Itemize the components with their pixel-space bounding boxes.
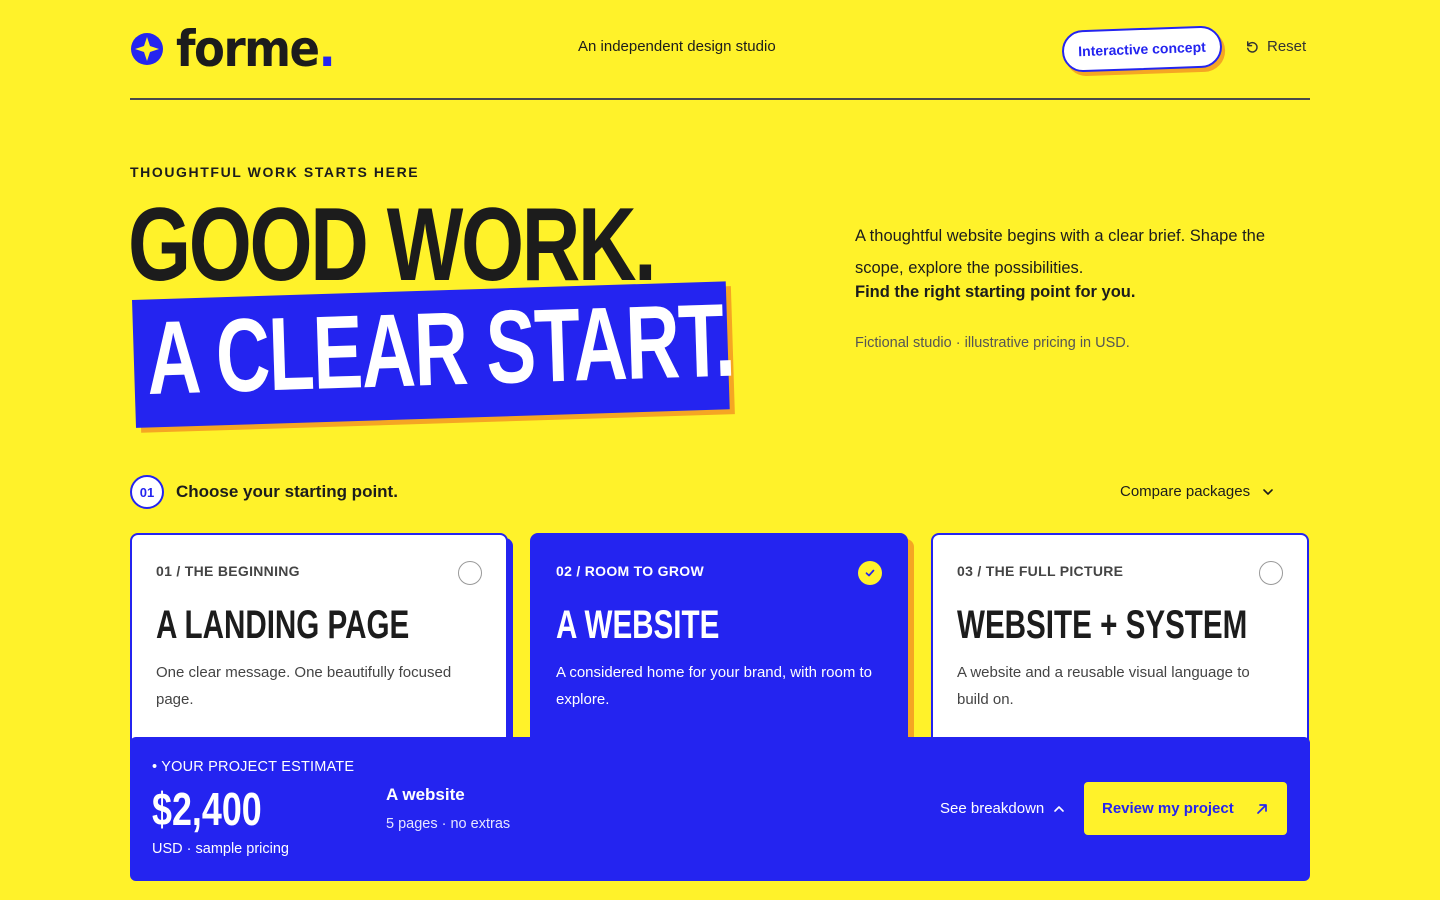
estimate-kicker: • YOUR PROJECT ESTIMATE bbox=[152, 759, 355, 775]
card-description: A considered home for your brand, with r… bbox=[556, 664, 872, 708]
arrow-up-right-icon bbox=[1257, 803, 1267, 814]
card-kicker: 02 / ROOM TO GROW bbox=[556, 563, 704, 579]
card-kicker: 01 / THE BEGINNING bbox=[156, 563, 300, 579]
card-radio[interactable] bbox=[1259, 561, 1283, 585]
package-card-website-system[interactable]: 03 / THE FULL PICTURE WEBSITE + SYSTEM A… bbox=[931, 533, 1309, 753]
estimate-package-name: A website bbox=[386, 785, 465, 804]
hero-pricing-note: Fictional studio · illustrative pricing … bbox=[855, 335, 1130, 351]
hero-description: A thoughtful website begins with a clear… bbox=[855, 227, 1266, 277]
card-radio-checked[interactable] bbox=[858, 561, 882, 585]
estimate-package-meta: 5 pages · no extras bbox=[386, 816, 511, 832]
review-project-button[interactable]: Review my project bbox=[1084, 782, 1287, 835]
estimate-currency-note: USD · sample pricing bbox=[152, 841, 289, 857]
hero-headline-line1: GOOD WORK. bbox=[128, 187, 657, 303]
studio-tagline: An independent design studio bbox=[578, 38, 776, 55]
interactive-concept-badge[interactable]: Interactive concept bbox=[1061, 25, 1223, 73]
chevron-down-icon bbox=[1263, 488, 1273, 495]
review-project-label: Review my project bbox=[1102, 800, 1234, 817]
brand-logo[interactable]: forme. bbox=[130, 20, 336, 78]
sparkle-star-icon bbox=[131, 33, 163, 65]
hero-eyebrow: THOUGHTFUL WORK STARTS HERE bbox=[130, 164, 420, 180]
reset-button[interactable]: Reset bbox=[1244, 38, 1306, 55]
card-description: A website and a reusable visual language… bbox=[957, 664, 1250, 708]
see-breakdown-button[interactable]: See breakdown bbox=[940, 800, 1065, 817]
card-radio[interactable] bbox=[458, 561, 482, 585]
project-estimate-bar: • YOUR PROJECT ESTIMATE $2,400 USD · sam… bbox=[130, 737, 1310, 881]
check-icon bbox=[865, 569, 875, 577]
undo-icon bbox=[1247, 41, 1258, 53]
package-card-landing-page[interactable]: 01 / THE BEGINNING A LANDING PAGE One cl… bbox=[130, 533, 508, 753]
brand-wordmark: forme. bbox=[176, 20, 336, 78]
header-divider bbox=[130, 98, 1310, 100]
hero-description-strong: Find the right starting point for you. bbox=[855, 283, 1136, 301]
step-title: Choose your starting point. bbox=[176, 482, 398, 501]
card-title: A WEBSITE bbox=[556, 603, 720, 647]
package-card-website[interactable]: 02 / ROOM TO GROW A WEBSITE A considered… bbox=[530, 533, 908, 753]
step-number-badge: 01 bbox=[130, 475, 164, 509]
compare-packages-label: Compare packages bbox=[1120, 483, 1251, 500]
hero-headline-line2: A CLEAR START. bbox=[145, 282, 736, 417]
reset-label: Reset bbox=[1267, 38, 1307, 55]
see-breakdown-label: See breakdown bbox=[940, 800, 1045, 817]
card-kicker: 03 / THE FULL PICTURE bbox=[957, 563, 1124, 579]
card-description: One clear message. One beautifully focus… bbox=[156, 664, 452, 708]
chevron-up-icon bbox=[1054, 805, 1065, 812]
card-title: WEBSITE + SYSTEM bbox=[957, 603, 1248, 647]
card-title: A LANDING PAGE bbox=[156, 603, 410, 647]
compare-packages-toggle[interactable]: Compare packages bbox=[1120, 483, 1274, 500]
estimate-amount: $2,400 bbox=[152, 783, 262, 835]
